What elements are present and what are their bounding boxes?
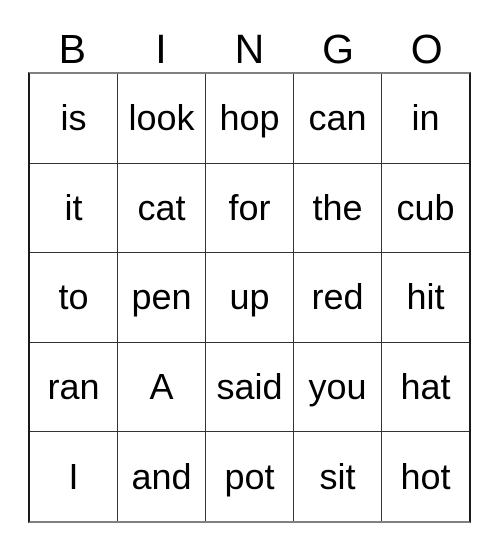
bingo-header-letter-n: N <box>234 26 265 72</box>
bingo-row: I and pot sit hot <box>30 431 469 521</box>
bingo-cell[interactable]: it <box>30 164 117 253</box>
bingo-cell[interactable]: in <box>381 74 469 163</box>
bingo-cell[interactable]: the <box>293 163 381 253</box>
bingo-cell[interactable]: A <box>117 342 205 432</box>
bingo-cell[interactable]: sit <box>293 432 381 521</box>
bingo-cell[interactable]: you <box>293 342 381 432</box>
bingo-row: is look hop can in <box>30 74 469 163</box>
bingo-cell[interactable]: hot <box>381 432 469 521</box>
bingo-cell[interactable]: hop <box>205 74 293 163</box>
bingo-card: B I N G O is look hop can in it cat for … <box>28 14 471 523</box>
bingo-header-letter-b: B <box>58 26 86 72</box>
bingo-cell[interactable]: pen <box>117 253 205 342</box>
bingo-row: to pen up red hit <box>30 252 469 342</box>
bingo-cell[interactable]: pot <box>205 432 293 521</box>
bingo-cell[interactable]: cat <box>117 163 205 253</box>
bingo-cell[interactable]: up <box>205 253 293 342</box>
bingo-cell[interactable]: hat <box>381 342 469 432</box>
bingo-header-letter-i: I <box>155 26 167 72</box>
bingo-row: ran A said you hat <box>30 341 469 432</box>
bingo-header-letter-o: O <box>410 26 443 72</box>
bingo-row: it cat for the cub <box>30 162 469 253</box>
bingo-cell[interactable]: ran <box>30 343 117 432</box>
bingo-cell[interactable]: is <box>30 74 117 163</box>
bingo-cell[interactable]: and <box>117 432 205 521</box>
bingo-cell[interactable]: to <box>30 253 117 342</box>
bingo-cell[interactable]: hit <box>381 253 469 342</box>
bingo-grid: is look hop can in it cat for the cub to… <box>28 72 471 523</box>
bingo-cell[interactable]: I <box>30 432 117 521</box>
bingo-cell[interactable]: said <box>205 342 293 432</box>
bingo-header-row: B I N G O <box>28 14 471 72</box>
bingo-header-letter-g: G <box>322 26 355 72</box>
bingo-cell[interactable]: for <box>205 163 293 253</box>
bingo-cell[interactable]: red <box>293 253 381 342</box>
bingo-cell[interactable]: look <box>117 74 205 163</box>
bingo-cell[interactable]: can <box>293 74 381 163</box>
bingo-cell[interactable]: cub <box>381 163 469 253</box>
